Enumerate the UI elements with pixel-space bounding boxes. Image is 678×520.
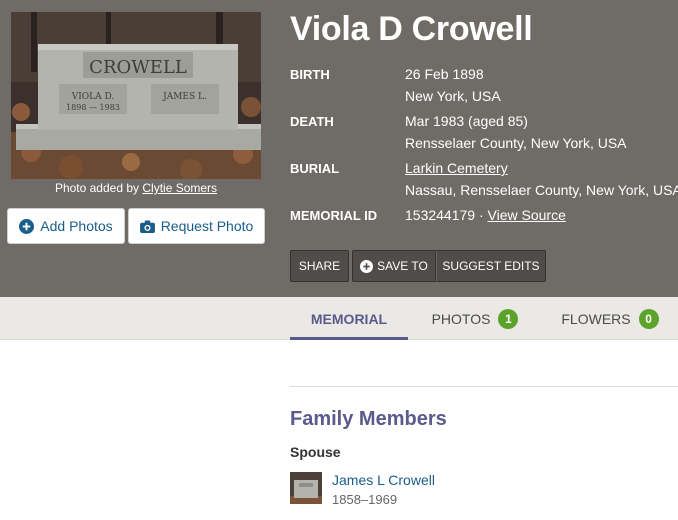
save-to-button[interactable]: SAVE TO bbox=[352, 250, 436, 282]
birth-date: 26 Feb 1898 bbox=[405, 66, 484, 82]
share-button[interactable]: SHARE bbox=[290, 250, 349, 282]
tab-photos-label: PHOTOS bbox=[431, 310, 491, 327]
headstone-left-years: 1898 — 1983 bbox=[66, 103, 120, 112]
burial-cemetery-wrap: Larkin Cemetery bbox=[405, 160, 508, 176]
request-photo-button[interactable]: Request Photo bbox=[128, 208, 265, 244]
spouse-dates: 1858–1969 bbox=[332, 492, 398, 507]
headstone-photo[interactable]: CROWELL VIOLA D. 1898 — 1983 JAMES L. bbox=[11, 12, 261, 179]
memorial-header: CROWELL VIOLA D. 1898 — 1983 JAMES L. Ph… bbox=[0, 0, 678, 297]
burial-label: BURIAL bbox=[290, 161, 340, 176]
spouse-thumbnail[interactable] bbox=[290, 472, 322, 504]
spouse-name-link[interactable]: James L Crowell bbox=[332, 472, 435, 488]
photo-credit-user-link[interactable]: Clytie Somers bbox=[142, 181, 217, 195]
death-place: Rensselaer County, New York, USA bbox=[405, 135, 627, 151]
add-photos-label: Add Photos bbox=[40, 218, 113, 234]
spouse-headstone-image bbox=[290, 472, 322, 504]
photo-credit: Photo added by Clytie Somers bbox=[11, 181, 261, 195]
camera-icon bbox=[139, 219, 155, 233]
share-label: SHARE bbox=[298, 259, 341, 273]
death-label: DEATH bbox=[290, 114, 334, 129]
family-members-heading: Family Members bbox=[290, 408, 447, 430]
headstone-surname-text: CROWELL bbox=[89, 57, 187, 78]
headstone-right-name: JAMES L. bbox=[162, 92, 207, 102]
headstone-image: CROWELL VIOLA D. 1898 — 1983 JAMES L. bbox=[11, 12, 261, 179]
burial-cemetery-link[interactable]: Larkin Cemetery bbox=[405, 160, 508, 176]
memorial-id-label: MEMORIAL ID bbox=[290, 208, 378, 223]
suggest-edits-button[interactable]: SUGGEST EDITS bbox=[436, 250, 546, 282]
photo-credit-prefix: Photo added by bbox=[54, 181, 140, 195]
burial-place: Nassau, Rensselaer County, New York, USA bbox=[405, 182, 678, 198]
flowers-count-badge: 0 bbox=[638, 308, 659, 329]
save-to-label: SAVE TO bbox=[377, 259, 428, 273]
headstone-left-name: VIOLA D. bbox=[71, 92, 115, 102]
death-date: Mar 1983 (aged 85) bbox=[405, 113, 528, 129]
tab-flowers-label: FLOWERS bbox=[561, 310, 631, 327]
memorial-action-bar: SHARE SAVE TO SUGGEST EDITS bbox=[290, 250, 546, 282]
request-photo-label: Request Photo bbox=[160, 218, 254, 234]
memorial-id-row: 153244179 · View Source bbox=[405, 207, 566, 223]
birth-place: New York, USA bbox=[405, 88, 501, 104]
memorial-id-value: 153244179 bbox=[405, 207, 476, 223]
memorial-id-separator: · bbox=[475, 207, 488, 223]
add-photos-button[interactable]: Add Photos bbox=[7, 208, 125, 244]
birth-label: BIRTH bbox=[290, 67, 330, 82]
photos-count-badge: 1 bbox=[498, 308, 519, 329]
spouse-label: Spouse bbox=[290, 444, 341, 460]
memorial-name: Viola D Crowell bbox=[290, 10, 533, 48]
tab-photos[interactable]: PHOTOS 1 bbox=[430, 297, 520, 340]
memorial-tabs: MEMORIAL PHOTOS 1 FLOWERS 0 bbox=[0, 297, 678, 340]
section-divider bbox=[290, 386, 678, 387]
tab-memorial[interactable]: MEMORIAL bbox=[290, 297, 408, 340]
tab-memorial-label: MEMORIAL bbox=[310, 310, 388, 327]
tab-flowers[interactable]: FLOWERS 0 bbox=[560, 297, 660, 340]
plus-circle-icon bbox=[360, 259, 374, 273]
memorial-page: CROWELL VIOLA D. 1898 — 1983 JAMES L. Ph… bbox=[0, 0, 678, 520]
view-source-link[interactable]: View Source bbox=[488, 207, 566, 223]
suggest-edits-label: SUGGEST EDITS bbox=[442, 259, 540, 273]
plus-circle-icon bbox=[19, 218, 35, 234]
